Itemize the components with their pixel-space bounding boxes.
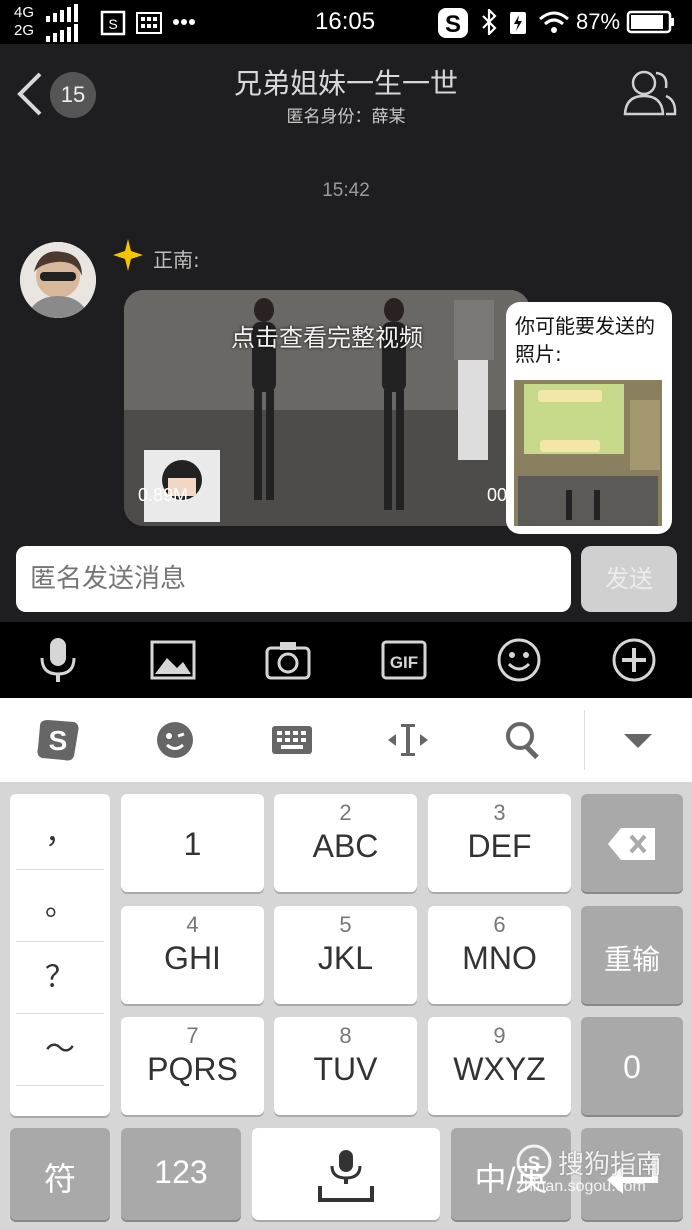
- anonymous-identity: 匿名身份：薛某: [286, 107, 406, 127]
- key-letters: TUV: [313, 1051, 378, 1087]
- sogou-status-icon: S: [438, 8, 468, 38]
- bluetooth-icon: [482, 9, 497, 35]
- gif-icon[interactable]: GIF: [380, 636, 428, 684]
- punctuation-column: ， 。 ？ ～: [10, 794, 110, 1116]
- key-number: 3: [493, 800, 506, 825]
- reinput-key[interactable]: 重输: [581, 906, 683, 1004]
- group-members-icon[interactable]: [622, 68, 678, 118]
- key-letters: MNO: [462, 940, 537, 976]
- key-number: 4: [186, 912, 199, 937]
- wifi-icon: [539, 11, 569, 33]
- svg-text:GIF: GIF: [390, 653, 418, 672]
- key-number: 7: [186, 1023, 199, 1048]
- video-message[interactable]: 点击查看完整视频 0.89M 00:1: [124, 290, 530, 526]
- chat-header: 15 兄弟姐妹一生一世 匿名身份：薛某: [0, 44, 692, 140]
- punctuation-key[interactable]: ，: [16, 798, 104, 870]
- key-7[interactable]: 7 PQRS: [121, 1017, 264, 1115]
- key-letters: PQRS: [147, 1051, 238, 1087]
- suggested-photo-thumbnail[interactable]: [514, 380, 662, 526]
- chat-title: 兄弟姐妹一生一世: [233, 67, 458, 100]
- key-letters: ABC: [312, 828, 379, 864]
- microphone-icon[interactable]: [34, 636, 82, 684]
- svg-text:S: S: [49, 725, 68, 756]
- photo-suggestion-popup[interactable]: 你可能要发送的照片:: [506, 302, 672, 534]
- toolbar-divider: [584, 710, 585, 770]
- key-number: 9: [493, 1023, 506, 1048]
- zero-label: 0: [623, 1049, 641, 1085]
- network-type-top: 4G: [14, 4, 35, 21]
- key-2[interactable]: 2 ABC: [274, 794, 417, 892]
- key-number: 5: [339, 912, 352, 937]
- backspace-icon: [608, 828, 655, 860]
- svg-text:S: S: [445, 11, 461, 38]
- symbol-key[interactable]: 符: [10, 1128, 110, 1220]
- key-6[interactable]: 6 MNO: [428, 906, 571, 1004]
- camera-icon[interactable]: [264, 636, 312, 684]
- emoji-icon[interactable]: [495, 636, 543, 684]
- cursor-move-icon[interactable]: [384, 716, 432, 764]
- sender-name: 正南:: [153, 248, 200, 272]
- message-input[interactable]: [16, 546, 571, 612]
- key-0[interactable]: 0: [581, 1017, 683, 1115]
- key-4[interactable]: 4 GHI: [121, 906, 264, 1004]
- keyboard-icon[interactable]: [268, 716, 316, 764]
- key-number: 6: [493, 912, 506, 937]
- numeric-key[interactable]: 123: [121, 1128, 241, 1220]
- battery-percent: 87%: [576, 9, 621, 34]
- screenshot-icon: S: [100, 10, 126, 36]
- voice-space-icon: [318, 1150, 374, 1202]
- key-letters: WXYZ: [453, 1051, 546, 1087]
- punctuation-key[interactable]: ？: [16, 942, 104, 1014]
- more-dots-icon: [173, 19, 195, 25]
- reinput-label: 重输: [603, 944, 660, 975]
- backspace-key[interactable]: [581, 794, 683, 892]
- status-bar: 4G 2G S 16:05 S 87%: [0, 0, 692, 44]
- collapse-icon[interactable]: [614, 716, 662, 764]
- t9-keyboard: ， 。 ？ ～ 1 2 ABC 3 DEF 4 GHI 5 JKL 6 MNO …: [0, 782, 692, 1230]
- svg-text:S: S: [108, 16, 117, 32]
- charging-icon: [510, 12, 526, 34]
- emoji-face-icon[interactable]: [151, 716, 199, 764]
- photo-suggestion-text: 你可能要发送的照片:: [515, 314, 655, 366]
- send-button[interactable]: 发送: [581, 546, 677, 612]
- key-number: 2: [339, 800, 352, 825]
- battery-icon: [626, 10, 674, 34]
- punctuation-key[interactable]: ～: [16, 1014, 104, 1086]
- sogou-logo-icon[interactable]: S: [34, 716, 82, 764]
- grid-app-icon: [136, 12, 162, 34]
- svg-text:S: S: [527, 1153, 540, 1175]
- network-indicator: 4G 2G: [14, 4, 34, 40]
- chat-messages: 15:42 正南: 点击查看完整视频 0.89M 00:1 你可能要发送的照片:: [0, 140, 692, 544]
- key-label: 1: [183, 826, 202, 862]
- key-letters: JKL: [317, 940, 374, 976]
- key-number: 8: [339, 1023, 352, 1048]
- key-letters: DEF: [467, 828, 532, 864]
- key-5[interactable]: 5 JKL: [274, 906, 417, 1004]
- search-icon[interactable]: [500, 716, 548, 764]
- key-1[interactable]: 1: [121, 794, 264, 892]
- video-caption: 点击查看完整视频: [231, 324, 423, 352]
- message-timestamp: 15:42: [322, 180, 370, 201]
- space-voice-key[interactable]: [252, 1128, 440, 1220]
- video-file-size: 0.89M: [138, 485, 189, 505]
- plus-icon[interactable]: [610, 636, 658, 684]
- punctuation-key[interactable]: 。: [16, 870, 104, 942]
- sender-avatar[interactable]: [20, 242, 96, 318]
- key-8[interactable]: 8 TUV: [274, 1017, 417, 1115]
- anonymous-diamond-icon: [113, 239, 143, 271]
- key-9[interactable]: 9 WXYZ: [428, 1017, 571, 1115]
- signal-bars-icon: [46, 4, 78, 42]
- watermark-brand: 搜狗指南: [558, 1150, 663, 1180]
- key-letters: GHI: [164, 940, 221, 976]
- ime-toolbar: S: [0, 698, 692, 782]
- numeric-label: 123: [154, 1154, 208, 1190]
- watermark-url: zhinan.sogou.com: [516, 1178, 646, 1195]
- message-composer: 发送: [0, 544, 692, 622]
- chat-tool-bar: GIF: [0, 622, 692, 698]
- symbol-label: 符: [43, 1161, 76, 1197]
- network-type-bottom: 2G: [14, 22, 35, 39]
- key-3[interactable]: 3 DEF: [428, 794, 571, 892]
- image-icon[interactable]: [149, 636, 197, 684]
- status-time: 16:05: [315, 8, 376, 35]
